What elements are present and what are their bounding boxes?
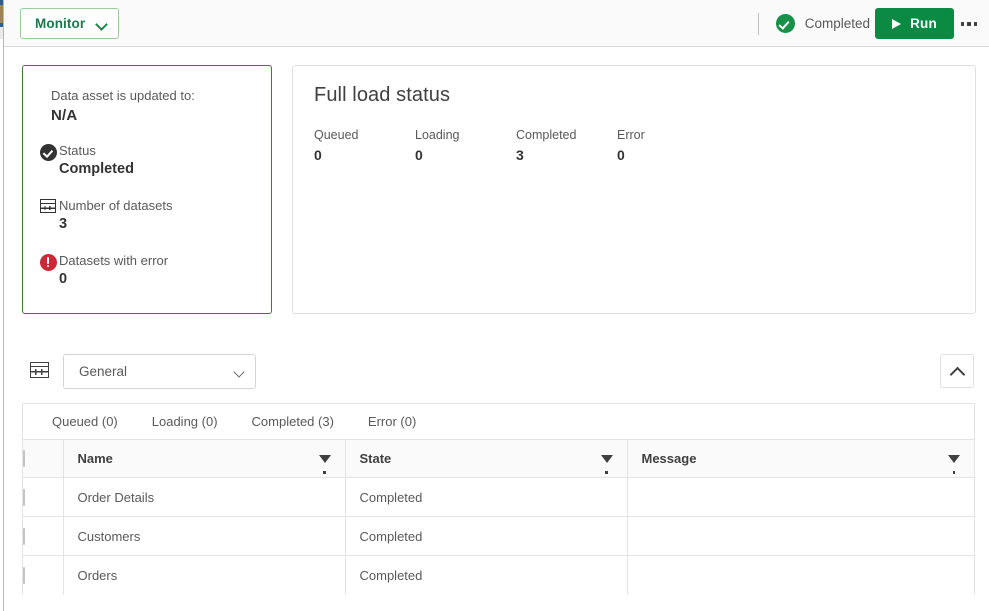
dataset-selector-row: General [22, 354, 974, 390]
top-toolbar: Monitor Completed Run [4, 0, 989, 47]
collapse-panel-button[interactable] [940, 354, 974, 388]
table-grid-icon [30, 362, 49, 378]
column-header-name: Name [63, 439, 346, 478]
tab-error[interactable]: Error (0) [351, 404, 433, 439]
cell-message [627, 555, 974, 595]
checkbox-icon[interactable] [23, 450, 25, 467]
row-select-cell [23, 477, 64, 517]
column-header-state: State [345, 439, 628, 478]
table-row[interactable]: Order Details Completed [23, 477, 974, 517]
checkbox-icon[interactable] [23, 566, 25, 584]
counter-label: Queued [314, 128, 359, 142]
datasets-panel: Queued (0) Loading (0) Completed (3) Err… [22, 403, 975, 595]
data-asset-summary-card: Data asset is updated to: N/A Status Com… [22, 65, 272, 314]
sidebar-edge-rail [3, 0, 4, 611]
counter-queued: Queued 0 [314, 127, 415, 163]
full-load-status-card: Full load status Queued 0 Loading 0 Comp… [292, 65, 976, 314]
error-circle-icon [37, 254, 59, 271]
chevron-up-icon [949, 366, 966, 383]
tab-queued[interactable]: Queued (0) [35, 404, 135, 439]
counter-label: Error [617, 128, 645, 142]
check-circle-icon [775, 14, 795, 33]
full-load-counters: Queued 0 Loading 0 Completed 3 Error 0 [314, 127, 953, 163]
column-label: Name [77, 451, 113, 466]
kebab-dot [960, 22, 965, 26]
metric-label: Status [59, 143, 96, 158]
general-dropdown[interactable]: General [63, 354, 256, 389]
counter-value: 0 [617, 147, 625, 163]
cell-name: Customers [63, 516, 346, 556]
cell-name: Orders [63, 555, 346, 595]
run-button-label: Run [910, 16, 937, 31]
run-button[interactable]: Run [875, 8, 954, 39]
cell-message [627, 477, 974, 517]
monitor-menu-label: Monitor [35, 16, 86, 31]
datasets-table: Name State Message Order Details Complet… [23, 439, 974, 595]
toolbar-divider [757, 12, 759, 35]
metric-datasets-with-error: Datasets with error 0 [37, 252, 251, 289]
cell-state: Completed [345, 555, 628, 595]
chevron-down-icon [96, 20, 107, 27]
kebab-menu-icon[interactable] [957, 12, 981, 36]
metric-status: Status Completed [37, 142, 251, 179]
left-sidebar-sliver [0, 0, 7, 611]
monitor-menu-button[interactable]: Monitor [20, 8, 120, 39]
status-tabs: Queued (0) Loading (0) Completed (3) Err… [23, 404, 974, 439]
task-status: Completed [757, 0, 870, 47]
counter-value: 3 [516, 147, 524, 163]
cell-state: Completed [345, 477, 628, 517]
row-select-cell [23, 516, 64, 556]
select-all-header [23, 439, 64, 478]
table-row[interactable]: Customers Completed [23, 516, 974, 556]
column-label: State [359, 451, 392, 466]
counter-loading: Loading 0 [415, 127, 516, 163]
updated-to-label: Data asset is updated to: [51, 88, 195, 103]
table-header-row: Name State Message [23, 439, 974, 478]
check-circle-icon [37, 144, 59, 161]
cell-state: Completed [345, 516, 628, 556]
metric-value: 0 [59, 271, 68, 287]
funnel-filter-icon[interactable] [948, 454, 960, 474]
counter-value: 0 [314, 147, 322, 163]
metric-label: Datasets with error [59, 253, 169, 268]
metric-number-of-datasets: Number of datasets 3 [37, 197, 251, 234]
cell-message [627, 516, 974, 556]
funnel-filter-icon[interactable] [600, 454, 613, 474]
tab-loading[interactable]: Loading (0) [135, 404, 235, 439]
metric-value: Completed [59, 161, 134, 177]
counter-label: Loading [415, 128, 460, 142]
counter-completed: Completed 3 [516, 127, 617, 163]
tab-completed[interactable]: Completed (3) [235, 404, 351, 439]
checkbox-icon[interactable] [23, 488, 25, 506]
play-icon [892, 18, 902, 29]
column-label: Message [641, 451, 697, 466]
table-row[interactable]: Orders Completed [23, 555, 974, 595]
general-dropdown-value: General [79, 364, 128, 379]
counter-label: Completed [516, 128, 577, 142]
counter-value: 0 [415, 147, 423, 163]
table-grid-icon [37, 199, 59, 213]
cell-name: Order Details [63, 477, 346, 517]
updated-to-value: N/A [51, 107, 78, 124]
checkbox-icon[interactable] [23, 527, 25, 545]
kebab-dot [967, 22, 971, 26]
row-select-cell [23, 555, 64, 595]
kebab-dot [973, 22, 978, 26]
chevron-down-icon [234, 368, 245, 375]
column-header-message: Message [627, 439, 974, 478]
funnel-filter-icon[interactable] [318, 454, 331, 474]
metric-value: 3 [59, 216, 68, 232]
full-load-status-title: Full load status [314, 84, 451, 106]
counter-error: Error 0 [617, 127, 718, 163]
task-status-label: Completed [804, 16, 870, 31]
metric-label: Number of datasets [59, 198, 173, 213]
